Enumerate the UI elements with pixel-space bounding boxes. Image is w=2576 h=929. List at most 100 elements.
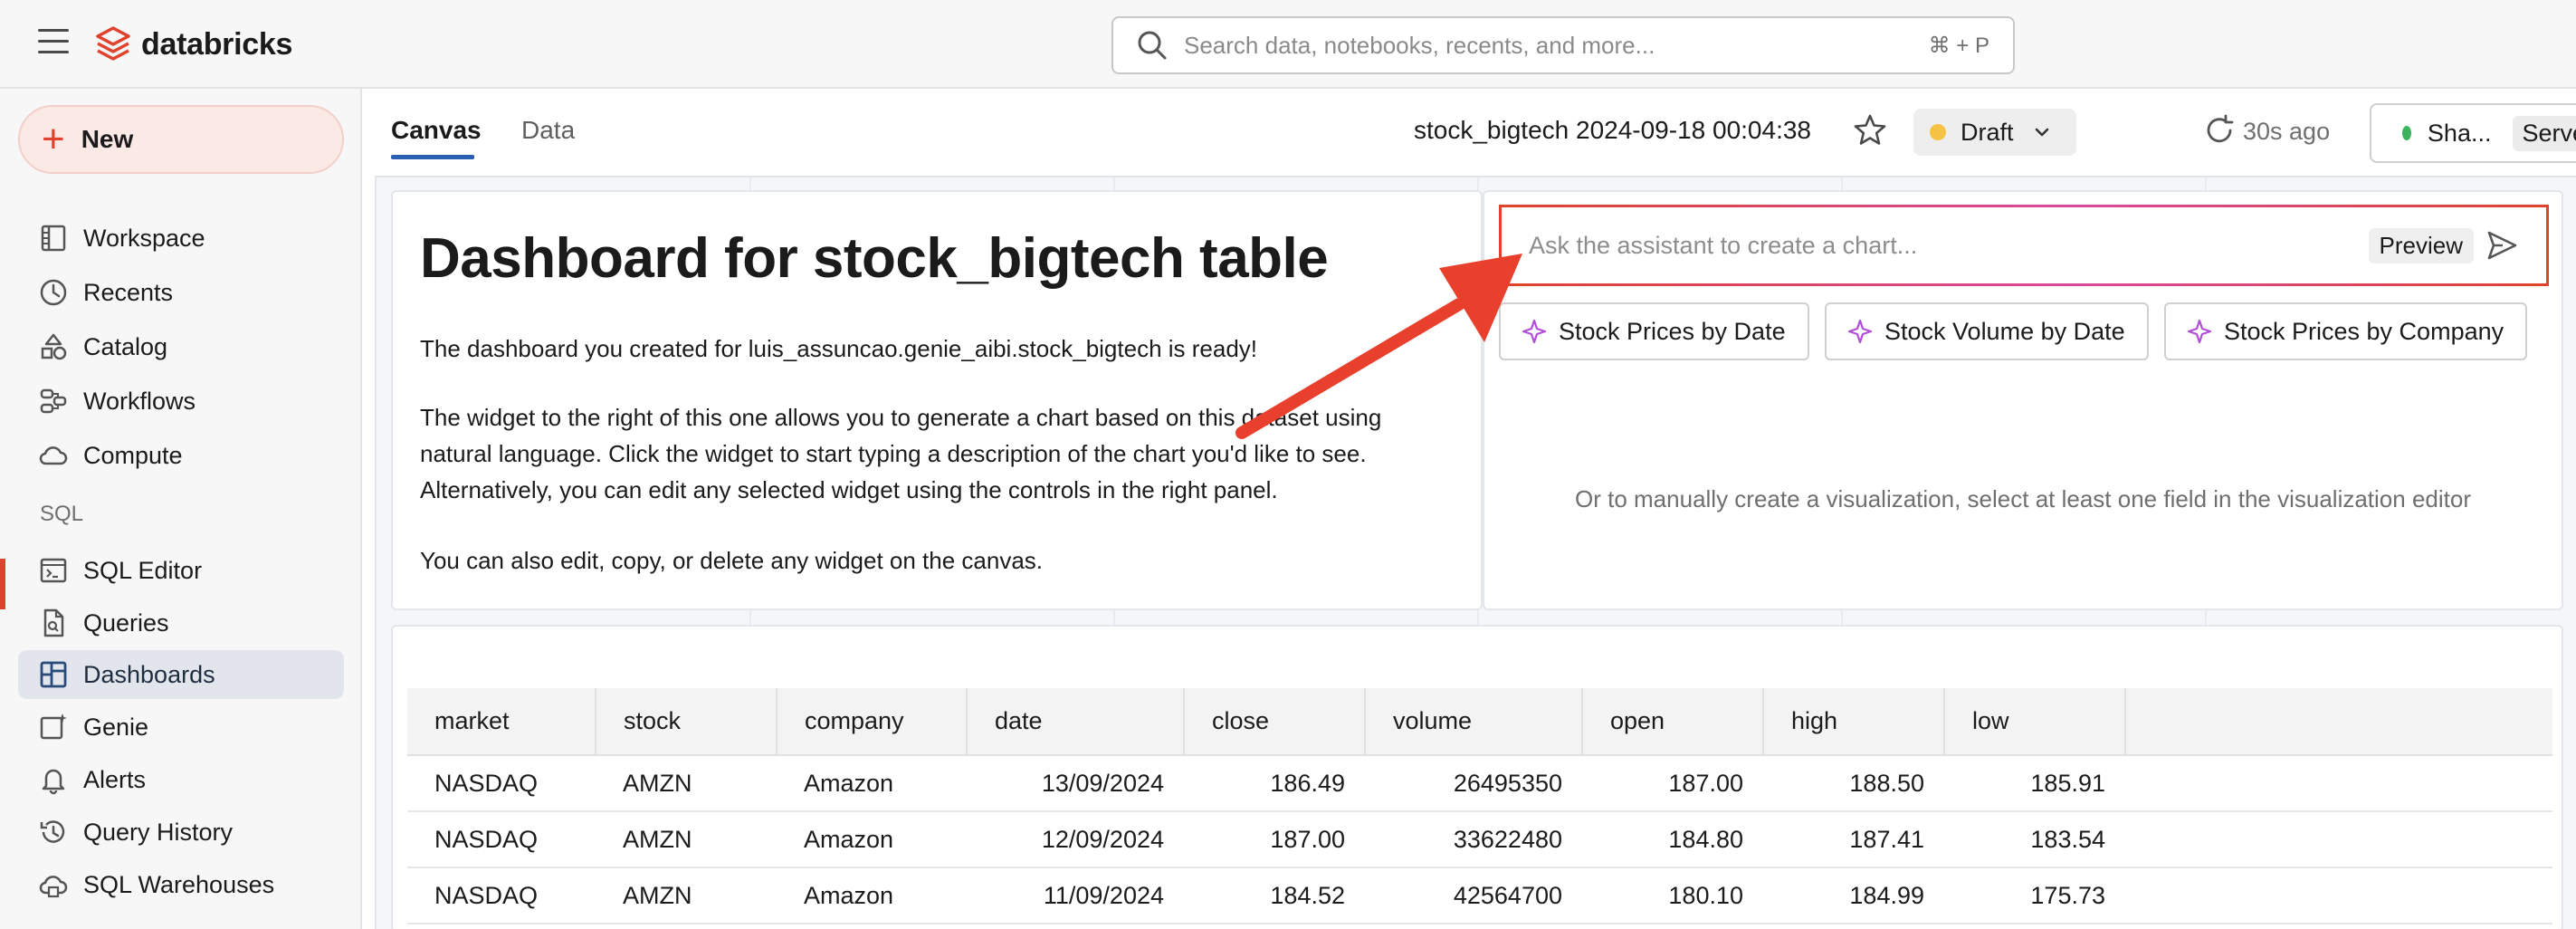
search-input[interactable]	[1184, 31, 1929, 60]
table-cell: 185.91	[1944, 755, 2125, 812]
sidebar-item-label: Workspace	[83, 224, 205, 252]
refresh-icon[interactable]	[2203, 114, 2236, 147]
text-widget[interactable]: Dashboard for stock_bigtech table The da…	[391, 190, 1483, 610]
column-header-low[interactable]: low	[1944, 688, 2126, 756]
table-cell: 11/09/2024	[967, 867, 1184, 924]
table-cell: 180.10	[1582, 867, 1763, 924]
table-cell: 183.54	[1944, 811, 2125, 868]
table-cell: 187.00	[1184, 811, 1365, 868]
sidebar-item-workflows[interactable]: Workflows	[18, 377, 344, 426]
databricks-logo[interactable]: databricks	[96, 22, 292, 67]
sidebar-item-label: SQL Warehouses	[83, 870, 275, 898]
table-row[interactable]: NASDAQ AMZN Amazon 13/09/2024 186.49 264…	[407, 755, 2552, 812]
send-icon[interactable]	[2485, 228, 2519, 263]
draft-status-dropdown[interactable]: Draft	[1913, 109, 2076, 156]
suggestion-stock-prices-by-company[interactable]: Stock Prices by Company	[2164, 302, 2528, 360]
table-widget[interactable]: market stock company date close volume o…	[391, 625, 2563, 929]
sidebar-item-label: Compute	[83, 441, 183, 469]
table-cell: 184.52	[1184, 867, 1365, 924]
column-header-high[interactable]: high	[1763, 688, 1945, 756]
clock-icon	[40, 279, 67, 306]
column-header-filler	[2125, 688, 2552, 756]
new-button-label: New	[81, 125, 134, 153]
column-header-stock[interactable]: stock	[596, 688, 778, 756]
table-cell: Amazon	[777, 811, 967, 868]
table-cell: NASDAQ	[407, 867, 596, 924]
text-widget-line: natural language. Click the widget to st…	[420, 440, 1367, 467]
suggestion-stock-prices-by-date[interactable]: Stock Prices by Date	[1499, 302, 1809, 360]
sql-section-heading: SQL	[40, 502, 84, 526]
sidebar-item-label: Catalog	[83, 332, 168, 360]
table-cell-filler	[2125, 755, 2552, 812]
column-header-company[interactable]: company	[777, 688, 968, 756]
share-button-label: Sha...	[2427, 119, 2492, 147]
sidebar-item-label: Alerts	[83, 765, 147, 793]
column-header-open[interactable]: open	[1582, 688, 1764, 756]
sidebar-item-sql-warehouses[interactable]: SQL Warehouses	[18, 860, 344, 909]
dashboards-icon	[40, 661, 67, 688]
sidebar-item-label: Recents	[83, 278, 174, 306]
table-cell: 188.50	[1763, 755, 1944, 812]
draft-status-dot	[1930, 124, 1946, 140]
databricks-logo-icon	[96, 26, 130, 61]
draft-status-label: Draft	[1961, 118, 2014, 146]
text-widget-line: You can also edit, copy, or delete any w…	[420, 547, 1044, 574]
manual-visualization-hint: Or to manually create a visualization, s…	[1575, 485, 2471, 512]
table-cell: AMZN	[596, 811, 777, 868]
sidebar-item-alerts[interactable]: Alerts	[18, 755, 344, 804]
share-button[interactable]: Sha... Server	[2370, 103, 2576, 163]
column-header-volume[interactable]: volume	[1365, 688, 1583, 756]
column-header-market[interactable]: market	[407, 688, 596, 756]
table-cell: 187.00	[1582, 755, 1763, 812]
table-cell: NASDAQ	[407, 811, 596, 868]
star-icon[interactable]	[1852, 112, 1888, 148]
new-button[interactable]: + New	[18, 105, 344, 174]
table-cell: NASDAQ	[407, 755, 596, 812]
table-cell-filler	[2125, 867, 2552, 924]
sidebar-item-queries[interactable]: Queries	[18, 599, 344, 647]
text-widget-line: The widget to the right of this one allo…	[420, 404, 1382, 431]
table-cell: 186.49	[1184, 755, 1365, 812]
table-cell: 13/09/2024	[967, 755, 1184, 812]
sidebar-item-catalog[interactable]: Catalog	[18, 322, 344, 371]
sidebar-item-sql-editor[interactable]: SQL Editor	[18, 546, 344, 595]
table-cell: AMZN	[596, 867, 777, 924]
table-row[interactable]: NASDAQ AMZN Amazon 11/09/2024 184.52 425…	[407, 867, 2552, 924]
sidebar-item-compute[interactable]: Compute	[18, 431, 344, 480]
table-cell: 184.99	[1763, 867, 1944, 924]
text-widget-line: The dashboard you created for luis_assun…	[420, 335, 1258, 362]
tab-data[interactable]: Data	[521, 116, 575, 145]
sidebar-item-genie[interactable]: Genie	[18, 703, 344, 752]
suggestion-stock-volume-by-date[interactable]: Stock Volume by Date	[1825, 302, 2149, 360]
ai-chart-widget: Preview Stock Prices by Date Stock Volum…	[1483, 190, 2563, 610]
column-header-date[interactable]: date	[967, 688, 1185, 756]
tab-canvas[interactable]: Canvas	[391, 116, 482, 145]
preview-chip: Preview	[2368, 227, 2474, 263]
queries-icon	[43, 608, 64, 637]
sidebar-item-workspace[interactable]: Workspace	[18, 214, 344, 263]
search-icon	[1138, 31, 1167, 60]
chevron-down-icon	[2035, 128, 2048, 137]
sidebar-item-label: Dashboards	[83, 660, 215, 688]
server-chip: Server	[2513, 115, 2576, 151]
column-header-close[interactable]: close	[1184, 688, 1366, 756]
top-bar: databricks ⌘ + P	[0, 0, 2576, 89]
sidebar-item-label: Query History	[83, 818, 234, 846]
menu-icon[interactable]	[38, 29, 69, 56]
history-icon	[40, 820, 65, 843]
active-nav-marker	[0, 559, 5, 609]
sidebar-item-dashboards[interactable]: Dashboards	[18, 650, 344, 699]
sidebar-item-label: SQL Editor	[83, 556, 203, 584]
table-row[interactable]: NASDAQ AMZN Amazon 12/09/2024 187.00 336…	[407, 811, 2552, 868]
table-cell: Amazon	[777, 755, 967, 812]
ai-prompt-input[interactable]	[1529, 231, 2369, 260]
sidebar-item-label: Queries	[83, 608, 169, 637]
dashboard-title[interactable]: stock_bigtech 2024-09-18 00:04:38	[1414, 116, 1811, 145]
text-widget-heading: Dashboard for stock_bigtech table	[420, 227, 1329, 290]
sidebar-item-query-history[interactable]: Query History	[18, 808, 344, 857]
table-cell: 42564700	[1365, 867, 1582, 924]
global-search[interactable]: ⌘ + P	[1111, 16, 2015, 74]
ai-prompt-box[interactable]: Preview	[1499, 205, 2549, 286]
table-cell: 187.41	[1763, 811, 1944, 868]
sidebar-item-recents[interactable]: Recents	[18, 268, 344, 317]
